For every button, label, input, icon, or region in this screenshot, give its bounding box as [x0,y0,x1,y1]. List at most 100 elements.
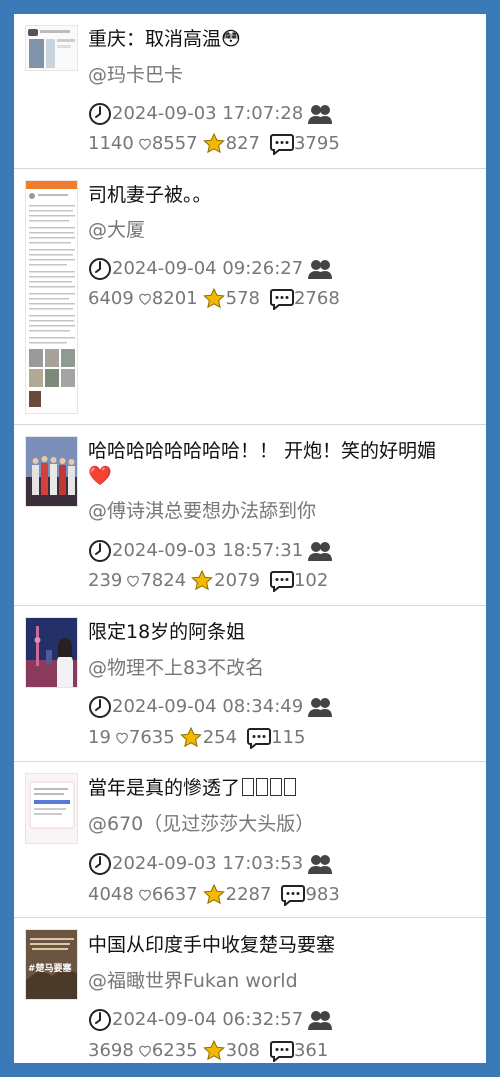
users-icon [307,258,333,280]
like-count: 8557 [151,133,198,154]
post-timestamp: 2024-09-04 06:32:57 [112,1009,304,1030]
view-count: 3698 [88,1040,134,1061]
post-author[interactable]: @玛卡巴卡 [88,63,183,87]
star-count: 827 [225,133,260,154]
comment-icon[interactable] [281,884,306,906]
post-stats: 1140 8557 827 3795 [88,132,340,156]
clock-icon [88,1008,112,1032]
missing-glyph-boxes [240,777,297,799]
heart-icon[interactable] [115,731,129,745]
post-title[interactable]: 重庆：取消高温😳 [88,27,241,51]
comment-count: 102 [293,570,329,591]
comment-icon[interactable] [269,570,294,592]
comment-count: 3795 [293,133,340,154]
clock-icon [88,539,112,563]
post-card[interactable]: 重庆：取消高温😳 @玛卡巴卡 2024-09-03 17:07:28 1140 … [14,14,486,169]
heart-icon[interactable] [138,292,152,306]
users-icon [307,540,333,562]
star-icon[interactable] [202,287,226,311]
users-icon [307,1009,333,1031]
star-icon[interactable] [202,883,226,907]
post-meta: 2024-09-03 18:57:31 [88,539,333,563]
post-meta: 2024-09-04 09:26:27 [88,257,333,281]
view-count: 4048 [88,884,134,905]
comment-icon[interactable] [269,133,294,155]
post-stats: 239 7824 2079 102 [88,569,328,593]
post-card[interactable]: 當年是真的慘透了 @670（见过莎莎大头版） 2024-09-03 17:03:… [14,762,486,918]
comment-count: 115 [271,727,306,748]
view-count: 19 [88,727,111,748]
clock-icon [88,852,112,876]
clock-icon [88,695,112,719]
heart-icon[interactable] [138,888,152,902]
comment-count: 2768 [293,288,340,309]
star-count: 2079 [214,570,260,591]
star-icon[interactable] [202,132,226,156]
flushed-face-emoji: 😳 [221,28,241,50]
post-timestamp: 2024-09-04 09:26:27 [112,258,304,279]
post-card[interactable]: #楚马要塞 中国从印度手中收复楚马要塞 @福瞰世界Fukan world 202… [14,918,486,1063]
post-author[interactable]: @物理不上83不改名 [88,656,264,680]
star-icon[interactable] [190,569,214,593]
view-count: 6409 [88,288,134,309]
like-count: 6637 [151,884,198,905]
post-meta: 2024-09-03 17:03:53 [88,852,333,876]
post-author[interactable]: @傅诗淇总要想办法舔到你 [88,499,316,523]
users-icon [307,696,333,718]
like-count: 8201 [151,288,198,309]
post-title[interactable]: 當年是真的慘透了 [88,776,297,800]
view-count: 1140 [88,133,134,154]
post-thumbnail[interactable]: #楚马要塞 [25,929,78,1000]
post-meta: 2024-09-04 06:32:57 [88,1008,333,1032]
post-author[interactable]: @670（见过莎莎大头版） [88,812,314,836]
star-count: 2287 [225,884,272,905]
post-title[interactable]: 哈哈哈哈哈哈哈哈！！ 开炮！笑的好明媚 [88,439,436,463]
heart-icon[interactable] [138,1044,152,1058]
post-card[interactable]: 司机妻子被。。 @大厦 2024-09-04 09:26:27 6409 820… [14,169,486,425]
clock-icon [88,257,112,281]
star-count: 308 [225,1040,260,1061]
clock-icon [88,102,112,126]
post-title[interactable]: 司机妻子被。。 [88,183,212,207]
post-timestamp: 2024-09-03 17:03:53 [112,853,304,874]
post-feed: 重庆：取消高温😳 @玛卡巴卡 2024-09-03 17:07:28 1140 … [14,14,486,1063]
comment-icon[interactable] [269,1040,294,1062]
comment-icon[interactable] [247,727,272,749]
post-thumbnail[interactable] [25,617,78,688]
heart-icon[interactable] [126,574,140,588]
post-stats: 19 7635 254 115 [88,726,305,750]
star-count: 578 [225,288,260,309]
thumbnail-caption: #楚马要塞 [28,964,72,974]
users-icon [307,103,333,125]
users-icon [307,853,333,875]
post-title[interactable]: 中国从印度手中收复楚马要塞 [88,933,335,957]
post-meta: 2024-09-04 08:34:49 [88,695,333,719]
post-stats: 4048 6637 2287 983 [88,883,340,907]
post-card[interactable]: 限定18岁的阿条姐 @物理不上83不改名 2024-09-04 08:34:49… [14,606,486,762]
star-count: 254 [202,727,238,748]
post-stats: 3698 6235 308 361 [88,1039,328,1063]
comment-count: 361 [293,1040,329,1061]
post-thumbnail[interactable] [25,773,78,844]
like-count: 7824 [140,570,187,591]
star-icon[interactable] [202,1039,226,1063]
post-title[interactable]: 限定18岁的阿条姐 [88,620,245,644]
like-count: 7635 [128,727,175,748]
post-card[interactable]: 哈哈哈哈哈哈哈哈！！ 开炮！笑的好明媚 ❤️ @傅诗淇总要想办法舔到你 2024… [14,425,486,606]
post-timestamp: 2024-09-04 08:34:49 [112,696,304,717]
post-author[interactable]: @福瞰世界Fukan world [88,969,298,993]
view-count: 239 [88,570,123,591]
comment-icon[interactable] [269,288,294,310]
heart-icon[interactable] [138,137,152,151]
star-icon[interactable] [179,726,203,750]
post-stats: 6409 8201 578 2768 [88,287,340,311]
heart-emoji: ❤️ [88,465,112,487]
like-count: 6235 [151,1040,198,1061]
post-meta: 2024-09-03 17:07:28 [88,102,333,126]
post-timestamp: 2024-09-03 18:57:31 [112,540,304,561]
post-thumbnail[interactable] [25,436,78,507]
comment-count: 983 [305,884,340,905]
post-thumbnail[interactable] [25,180,78,414]
post-author[interactable]: @大厦 [88,218,145,242]
post-thumbnail[interactable] [25,25,78,71]
